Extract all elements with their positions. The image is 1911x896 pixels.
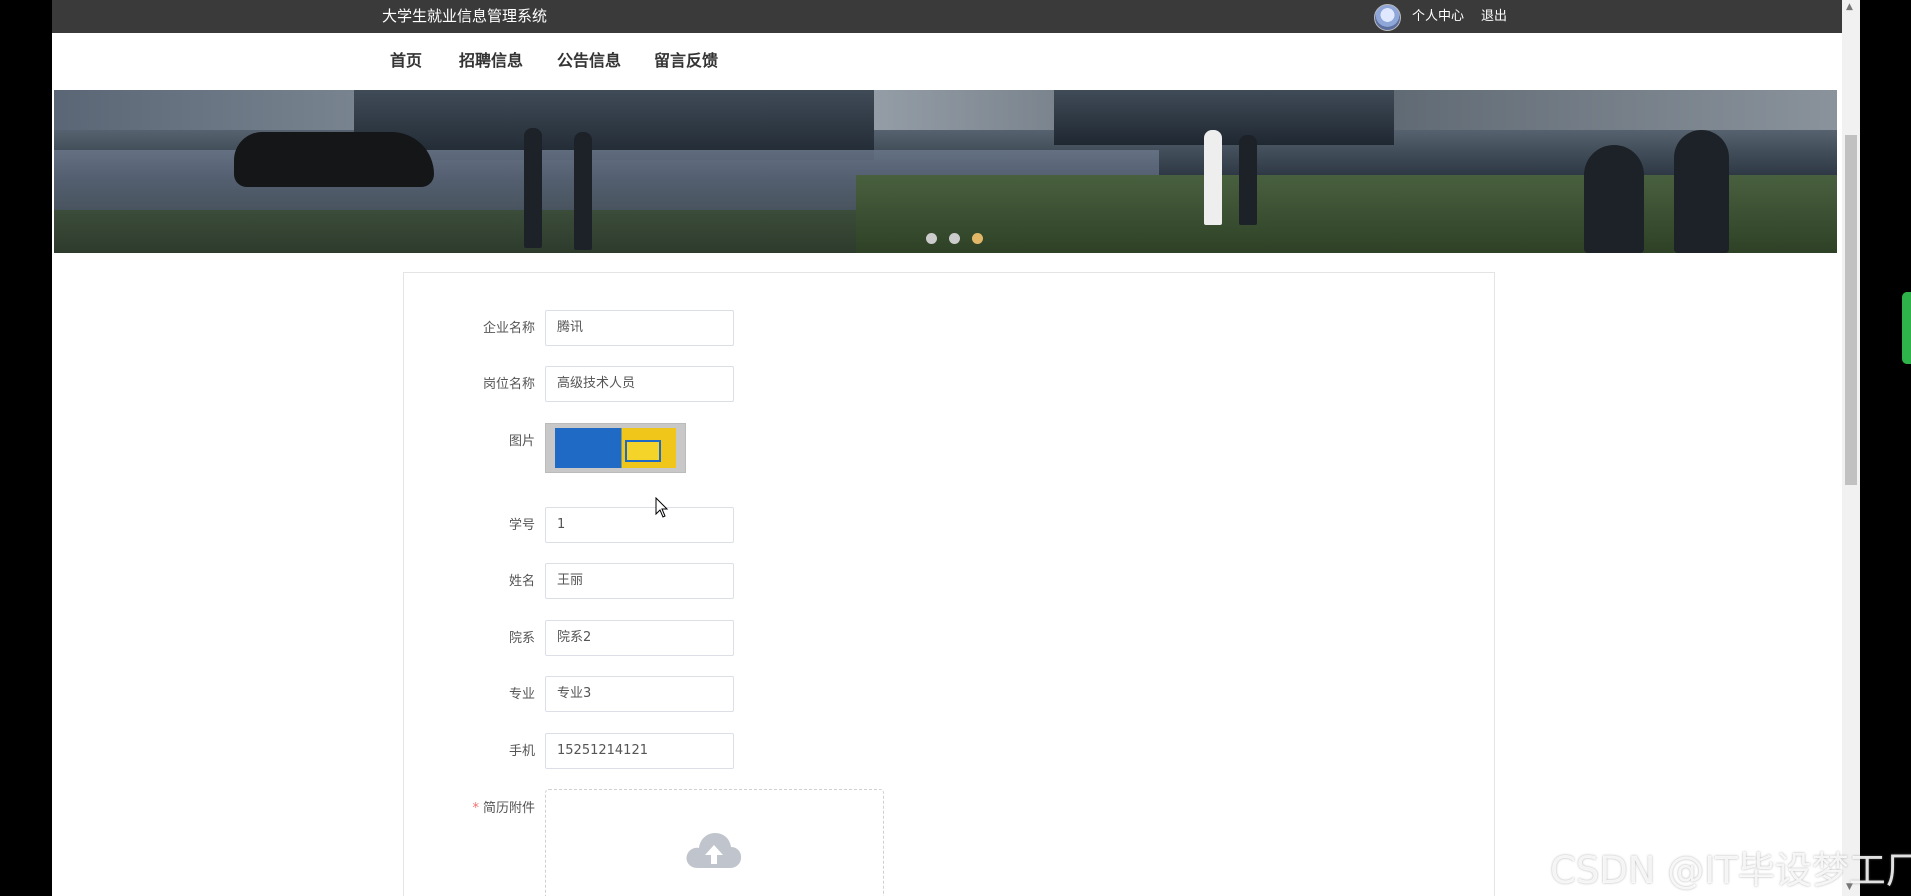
form-row-picture: 图片 — [404, 423, 1494, 475]
watermark: CSDN @IT毕设梦工厂 — [1550, 849, 1911, 892]
user-avatar[interactable] — [1374, 4, 1401, 31]
banner-person — [1239, 135, 1257, 225]
carousel-dots — [926, 229, 990, 248]
company-name-field[interactable] — [545, 310, 734, 346]
top-bar: 大学生就业信息管理系统 个人中心 退出 — [52, 0, 1842, 33]
nav-item-jobs[interactable]: 招聘信息 — [459, 33, 523, 88]
nav-item-home[interactable]: 首页 — [390, 33, 422, 88]
user-center-link[interactable]: 个人中心 — [1412, 0, 1464, 33]
banner-carousel[interactable] — [54, 90, 1837, 253]
carousel-dot[interactable] — [926, 233, 937, 244]
form-row-student-id: 学号 — [404, 507, 1494, 545]
phone-label: 手机 — [508, 744, 535, 759]
position-name-label: 岗位名称 — [482, 377, 535, 392]
form-row-phone: 手机 — [404, 733, 1494, 771]
job-poster-image[interactable] — [545, 423, 686, 473]
carousel-dot-active[interactable] — [972, 233, 984, 244]
application-form: 企业名称 岗位名称 图片 学号 姓名 院系 专业 手机 — [403, 272, 1495, 896]
page: 大学生就业信息管理系统 个人中心 退出 首页 招聘信息 公告信息 留言反馈 企业… — [52, 0, 1842, 896]
system-title: 大学生就业信息管理系统 — [382, 7, 548, 25]
form-row-department: 院系 — [404, 620, 1494, 658]
scroll-up-arrow-icon[interactable]: ▲ — [1846, 2, 1853, 12]
banner-car — [234, 132, 434, 187]
main-nav: 首页 招聘信息 公告信息 留言反馈 — [52, 33, 1842, 90]
student-id-label: 学号 — [508, 518, 535, 533]
resume-label: * 简历附件 — [404, 799, 535, 819]
major-label: 专业 — [508, 687, 535, 702]
poster-graphic — [555, 428, 676, 468]
name-field[interactable] — [545, 563, 734, 599]
banner-person — [1584, 145, 1644, 253]
major-field[interactable] — [545, 676, 734, 712]
resume-upload-dropzone[interactable] — [545, 789, 884, 896]
side-edge-indicator — [1902, 292, 1911, 364]
banner-person — [1674, 130, 1729, 253]
mouse-cursor-icon — [655, 497, 669, 518]
nav-item-feedback[interactable]: 留言反馈 — [654, 33, 718, 88]
department-label: 院系 — [508, 631, 535, 646]
form-row-resume: * 简历附件 — [404, 789, 1494, 896]
carousel-dot[interactable] — [949, 233, 961, 244]
picture-label: 图片 — [508, 434, 535, 449]
page-scrollbar[interactable]: ▲ ▼ — [1842, 0, 1860, 896]
nav-item-announcements[interactable]: 公告信息 — [557, 33, 621, 88]
phone-field[interactable] — [545, 733, 734, 769]
required-mark: * — [472, 801, 479, 816]
form-row-name: 姓名 — [404, 563, 1494, 601]
scrollbar-thumb[interactable] — [1845, 135, 1857, 485]
department-field[interactable] — [545, 620, 734, 656]
student-id-field[interactable] — [545, 507, 734, 543]
banner-person — [574, 132, 592, 250]
banner-sky — [54, 90, 1837, 130]
position-name-field[interactable] — [545, 366, 734, 402]
logout-link[interactable]: 退出 — [1481, 0, 1507, 33]
banner-person — [1204, 130, 1222, 225]
form-row-company: 企业名称 — [404, 310, 1494, 348]
form-row-major: 专业 — [404, 676, 1494, 714]
banner-building — [1054, 90, 1394, 145]
company-name-label: 企业名称 — [482, 321, 535, 336]
name-label: 姓名 — [508, 574, 535, 589]
upload-cloud-icon — [686, 833, 742, 868]
resume-label-text: 简历附件 — [482, 801, 535, 816]
form-row-position: 岗位名称 — [404, 366, 1494, 404]
banner-person — [524, 128, 542, 248]
